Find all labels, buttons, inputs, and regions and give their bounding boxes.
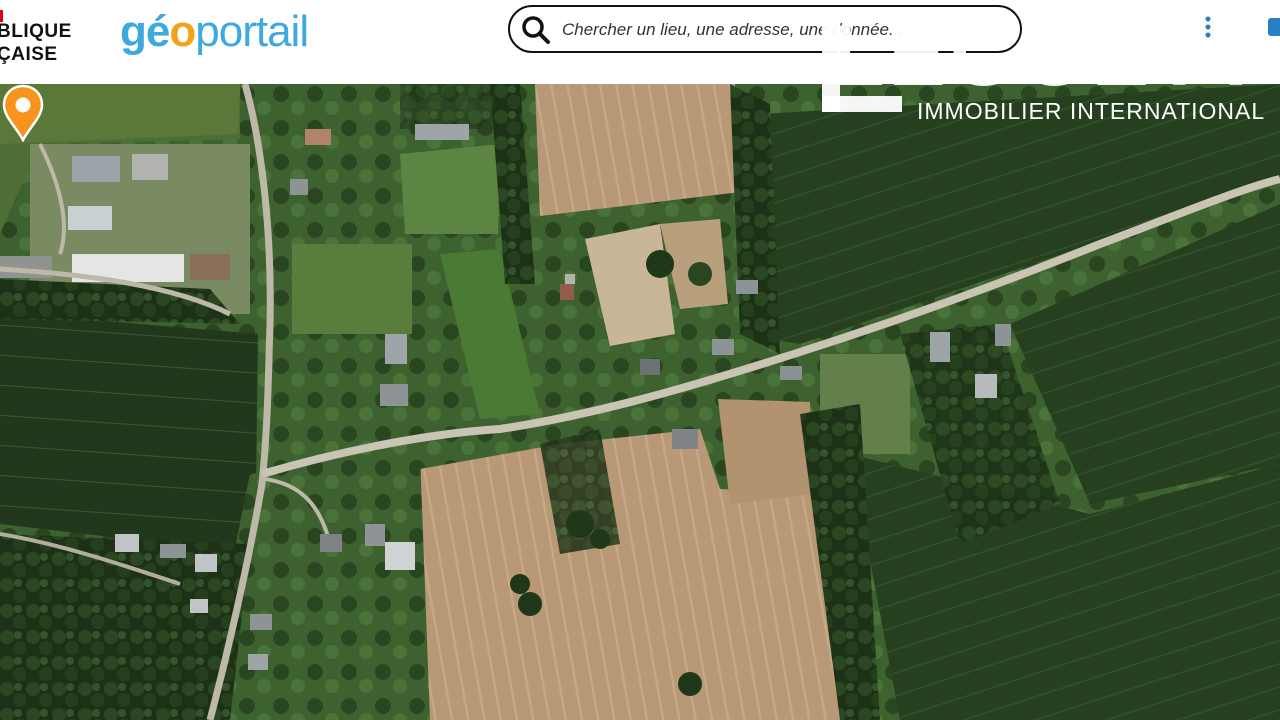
more-options-icon[interactable] [1196, 12, 1220, 42]
geoportail-logo[interactable]: géoportail [120, 2, 309, 62]
search-input[interactable] [562, 15, 1002, 45]
search-icon[interactable] [520, 14, 552, 46]
republique-francaise-logo[interactable]: BLIQUE ÇAISE [0, 10, 97, 70]
brand-part-2: o [169, 7, 196, 56]
brand-part-1: gé [120, 7, 170, 56]
top-header: BLIQUE ÇAISE géoportail [0, 0, 1280, 84]
aerial-map[interactable] [0, 84, 1280, 720]
republic-line-2: ÇAISE [0, 44, 58, 65]
location-marker-icon[interactable] [0, 84, 46, 142]
layers-icon[interactable] [1262, 12, 1280, 42]
republic-line-1: BLIQUE [0, 21, 72, 42]
search-bar [508, 5, 1022, 53]
aerial-imagery [0, 84, 1280, 720]
brand-part-3: portail [195, 7, 309, 56]
